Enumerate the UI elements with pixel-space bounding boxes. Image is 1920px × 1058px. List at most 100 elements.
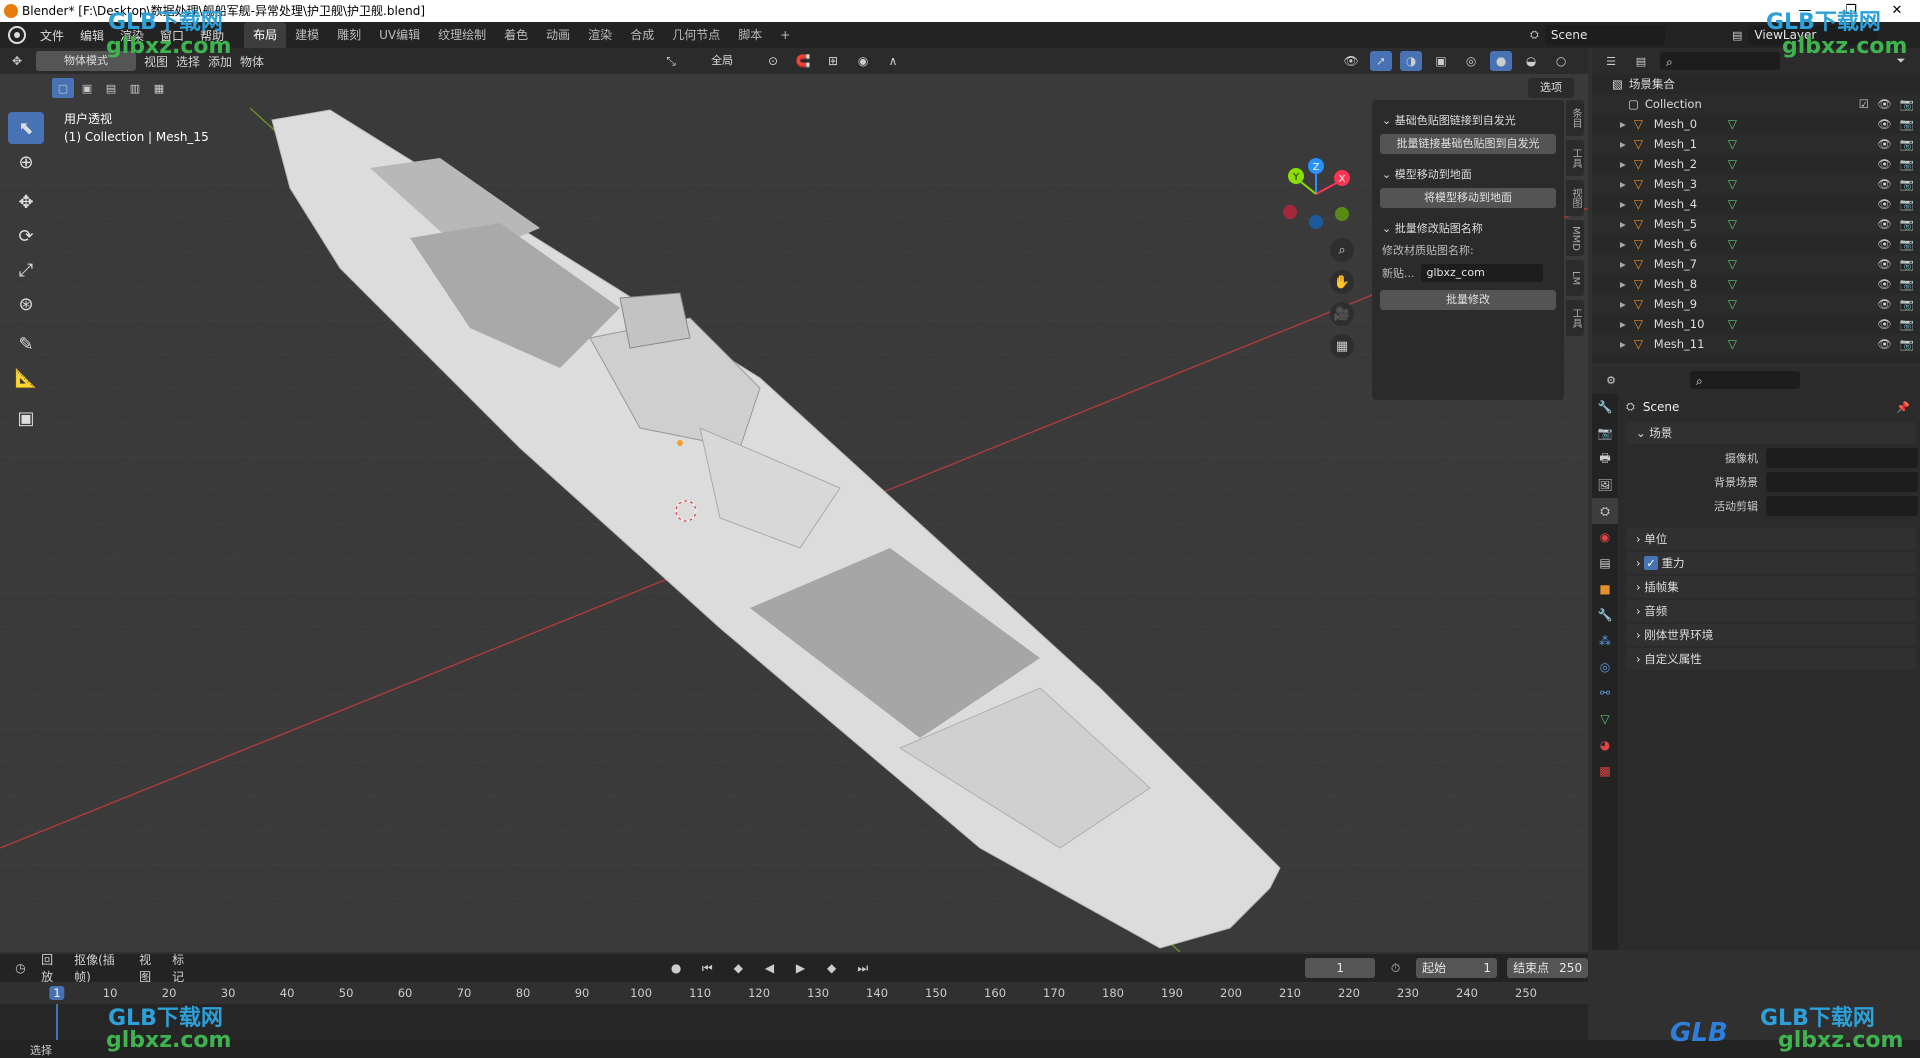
panel-keying-sets[interactable]: › 插帧集 [1626,576,1916,598]
stopwatch-icon[interactable]: ⏱ [1385,958,1406,978]
pivot-icon[interactable]: ⊙ [762,51,784,71]
outliner-item[interactable]: ▸ ▽ Mesh_0 ▽ 👁 📷 [1592,114,1920,134]
panel-scene[interactable]: ⌄ 场景 [1626,422,1916,444]
menu-marker[interactable]: 标记 [172,951,195,985]
new-name-input[interactable]: glbxz_com [1420,264,1543,282]
properties-search-input[interactable]: ⌕ [1690,371,1800,389]
outliner-item[interactable]: ▸ ▽ Mesh_4 ▽ 👁 📷 [1592,194,1920,214]
annotate-tool-icon[interactable]: ✎ [8,328,44,360]
snap-icon[interactable]: 🧲 [792,51,814,71]
camera-view-icon[interactable]: 🎥 [1330,302,1354,326]
tab-tool[interactable]: 工具 [1566,140,1584,176]
jump-start-icon[interactable]: ⏮ [697,958,718,978]
output-tab-icon[interactable]: 🖶 [1592,446,1618,472]
tab-scripting[interactable]: 脚本 [729,22,771,48]
measure-tool-icon[interactable]: 📐 [8,362,44,394]
select-subtract-icon[interactable]: ▤ [100,78,122,98]
eye-icon[interactable]: 👁 [1877,274,1892,294]
expand-arrow-icon[interactable]: ▸ [1620,234,1626,254]
modifier-tab-icon[interactable]: 🔧 [1592,602,1618,628]
background-scene-field[interactable] [1766,472,1918,492]
section-move-to-ground[interactable]: ⌄ 模型移动到地面 [1382,166,1558,182]
wireframe-shading-icon[interactable]: ◎ [1460,51,1482,71]
camera-icon[interactable]: 📷 [1900,294,1914,314]
properties-editor-icon[interactable]: ⚙ [1600,370,1622,390]
jump-end-icon[interactable]: ⏭ [852,958,873,978]
tab-compositing[interactable]: 合成 [621,22,663,48]
editor-type-icon[interactable]: ✥ [6,51,28,71]
outliner-item[interactable]: ▸ ▽ Mesh_3 ▽ 👁 📷 [1592,174,1920,194]
outliner-item[interactable]: ▸ ▽ Mesh_10 ▽ 👁 📷 [1592,314,1920,334]
world-tab-icon[interactable]: ◉ [1592,524,1618,550]
camera-icon[interactable]: 📷 [1900,274,1914,294]
eye-icon[interactable]: 👁 [1877,334,1892,354]
falloff-icon[interactable]: ∧ [882,51,904,71]
menu-object[interactable]: 物体 [240,53,264,70]
expand-arrow-icon[interactable]: ▸ [1620,194,1626,214]
tab-animation[interactable]: 动画 [537,22,579,48]
batch-rename-button[interactable]: 批量修改 [1380,290,1556,310]
data-tab-icon[interactable]: ▽ [1592,706,1618,732]
checkbox-icon[interactable]: ☑ [1859,94,1869,114]
blender-menu-icon[interactable] [8,26,26,44]
select-intersect-icon[interactable]: ▦ [148,78,170,98]
visibility-icon[interactable]: 👁 [1340,51,1362,71]
eye-icon[interactable]: 👁 [1877,154,1892,174]
eye-icon[interactable]: 👁 [1877,134,1892,154]
eye-icon[interactable]: 👁 [1877,314,1892,334]
cursor-tool-icon[interactable]: ⊕ [8,146,44,178]
tab-shading[interactable]: 着色 [495,22,537,48]
expand-arrow-icon[interactable]: ▸ [1620,134,1626,154]
eye-icon[interactable]: 👁 [1877,114,1892,134]
panel-rigid-body-world[interactable]: › 刚体世界环境 [1626,624,1916,646]
timeline-editor-icon[interactable]: ◷ [10,958,31,978]
material-shading-icon[interactable]: ◒ [1520,51,1542,71]
pan-hand-icon[interactable]: ✋ [1330,270,1354,294]
menu-playback[interactable]: 回放 [41,951,64,985]
proportional-edit-icon[interactable]: ◉ [852,51,874,71]
scene-tab-icon[interactable]: ⛭ [1592,498,1618,524]
snap-target-icon[interactable]: ⊞ [822,51,844,71]
camera-icon[interactable]: 📷 [1900,234,1914,254]
scene-collection-row[interactable]: ▧ 场景集合 [1592,74,1920,94]
active-clip-field[interactable] [1766,496,1918,516]
record-icon[interactable]: ● [666,958,687,978]
3d-viewport[interactable]: ✥ 物体模式 视图 选择 添加 物体 ⤡ 全局 ⊙ 🧲 ⊞ ◉ ∧ 👁 ➚ ◑ … [0,48,1588,952]
object-tab-icon[interactable]: ■ [1592,576,1618,602]
tab-item[interactable]: 条目 [1566,100,1584,136]
constraints-tab-icon[interactable]: ⚯ [1592,680,1618,706]
rendered-shading-icon[interactable]: ○ [1550,51,1572,71]
camera-icon[interactable]: 📷 [1900,314,1914,334]
select-new-icon[interactable]: ▢ [52,78,74,98]
overlay-toggle-icon[interactable]: ◑ [1400,51,1423,71]
tab-mmd[interactable]: MMD [1566,220,1584,256]
prev-keyframe-icon[interactable]: ◆ [728,958,749,978]
tab-sculpting[interactable]: 雕刻 [328,22,370,48]
collection-row[interactable]: ▢ Collection ☑ 👁 📷 [1592,94,1920,114]
tab-geometry-nodes[interactable]: 几何节点 [663,22,729,48]
rotate-tool-icon[interactable]: ⟳ [8,220,44,252]
add-cube-tool-icon[interactable]: ▣ [8,402,44,434]
panel-units[interactable]: › 单位 [1626,528,1916,550]
outliner-item[interactable]: ▸ ▽ Mesh_11 ▽ 👁 📷 [1592,334,1920,354]
expand-arrow-icon[interactable]: ▸ [1620,154,1626,174]
expand-arrow-icon[interactable]: ▸ [1620,314,1626,334]
outliner-search-input[interactable]: ⌕ [1660,52,1780,70]
expand-arrow-icon[interactable]: ▸ [1620,274,1626,294]
menu-keying[interactable]: 抠像(插帧) [74,951,129,985]
add-workspace-button[interactable]: + [771,22,799,48]
outliner-item[interactable]: ▸ ▽ Mesh_2 ▽ 👁 📷 [1592,154,1920,174]
solid-shading-icon[interactable]: ● [1490,51,1513,71]
select-box-tool-icon[interactable]: ⬉ [8,112,44,144]
menu-file[interactable]: 文件 [32,27,72,44]
panel-audio[interactable]: › 音频 [1626,600,1916,622]
frame-ruler[interactable]: 1 10 20 30 40 50 60 70 80 90 100 110 120 130 140 150 160… [0,982,1588,1004]
eye-icon[interactable]: 👁 [1877,174,1892,194]
start-frame-field[interactable]: 起始 1 [1416,958,1498,978]
camera-icon[interactable]: 📷 [1900,134,1914,154]
expand-arrow-icon[interactable]: ▸ [1620,294,1626,314]
outliner-item[interactable]: ▸ ▽ Mesh_8 ▽ 👁 📷 [1592,274,1920,294]
material-tab-icon[interactable]: ◕ [1592,732,1618,758]
expand-arrow-icon[interactable]: ▸ [1620,334,1626,354]
camera-icon[interactable]: 📷 [1900,194,1914,214]
